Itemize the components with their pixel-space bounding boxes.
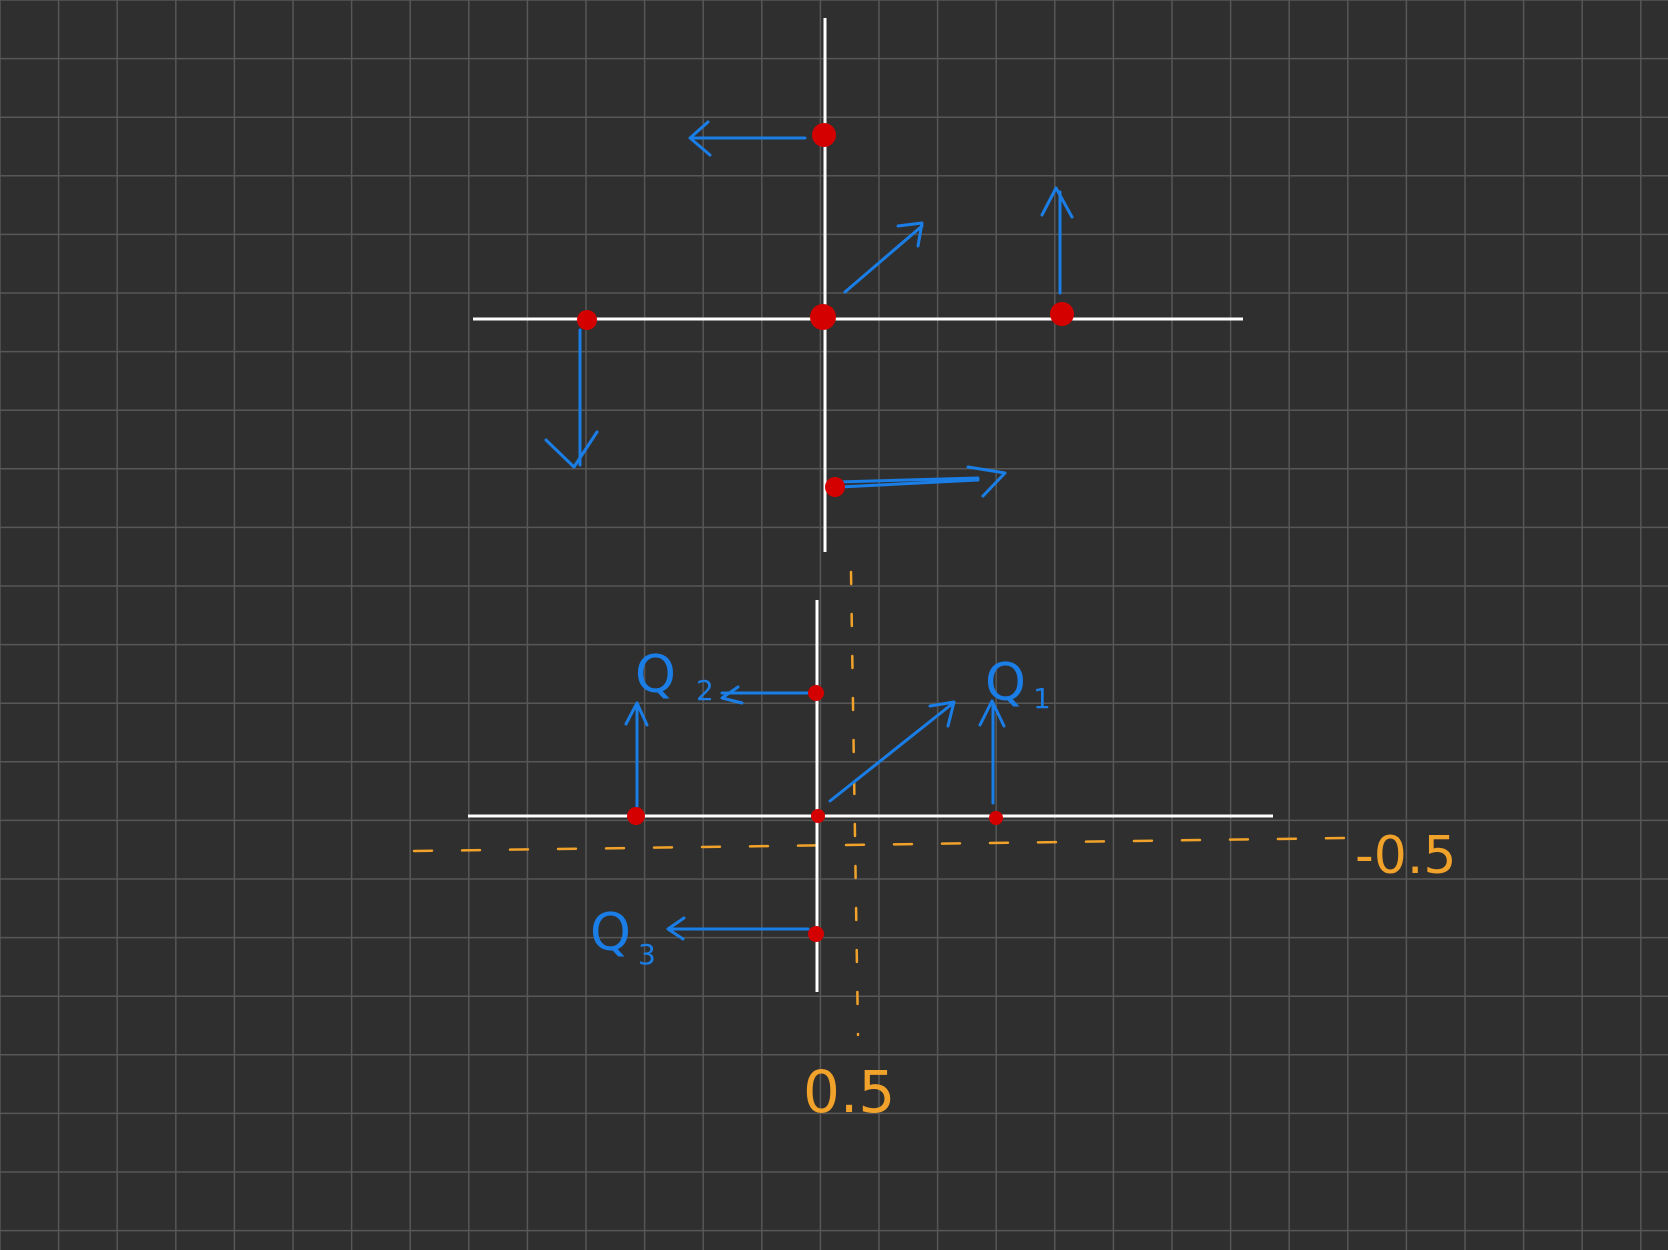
label-q1-subscript: 1 [1033,682,1051,715]
lower-point-origin [811,809,825,823]
whiteboard-canvas: Q 2 Q 1 Q 3 0.5 -0.5 [0,0,1668,1250]
label-vertical-guide-value: 0.5 [803,1058,895,1126]
label-q2: Q [635,645,676,705]
upper-point-top [812,123,836,147]
lower-point-bottom [808,926,824,942]
lower-point-top [808,685,824,701]
label-q2-subscript: 2 [696,674,714,707]
label-q1: Q [985,653,1026,713]
label-horizontal-guide-value: -0.5 [1355,826,1456,886]
lower-point-right [989,811,1003,825]
upper-point-left [577,310,597,330]
label-q3: Q [590,903,631,963]
lower-point-left [627,807,645,825]
upper-point-origin [810,304,836,330]
upper-point-bottom [825,477,845,497]
label-q3-subscript: 3 [638,938,656,971]
upper-point-right [1050,302,1074,326]
